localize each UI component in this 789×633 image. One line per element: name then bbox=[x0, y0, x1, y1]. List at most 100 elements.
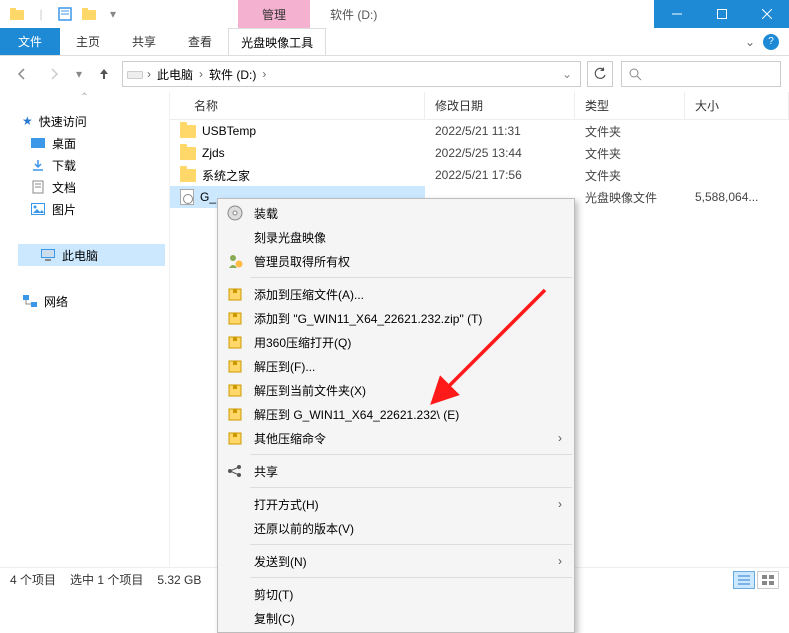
tab-view[interactable]: 查看 bbox=[172, 28, 228, 55]
sidebar-item-downloads[interactable]: 下载 bbox=[0, 154, 169, 176]
zip-icon bbox=[226, 405, 244, 423]
navigation-pane: ⌃ ★ 快速访问 桌面 下载 文档 bbox=[0, 92, 170, 567]
zip-icon bbox=[226, 333, 244, 351]
context-menu: 装载刻录光盘映像管理员取得所有权添加到压缩文件(A)...添加到 "G_WIN1… bbox=[217, 198, 575, 633]
column-name[interactable]: 名称 bbox=[170, 92, 425, 119]
pc-icon bbox=[40, 247, 56, 263]
sidebar-item-pictures[interactable]: 图片 bbox=[0, 198, 169, 220]
column-type[interactable]: 类型 bbox=[575, 92, 685, 119]
help-icon[interactable]: ? bbox=[763, 34, 779, 50]
context-menu-item[interactable]: 解压到 G_WIN11_X64_22621.232\ (E) bbox=[218, 402, 574, 426]
sidebar-this-pc[interactable]: 此电脑 bbox=[18, 244, 165, 266]
desktop-icon bbox=[30, 135, 46, 151]
context-menu-separator bbox=[250, 487, 572, 488]
collapse-caret-icon[interactable]: ⌃ bbox=[80, 92, 88, 103]
context-menu-item[interactable]: 打开方式(H)› bbox=[218, 492, 574, 516]
titlebar: | ▾ 管理 软件 (D:) bbox=[0, 0, 789, 28]
search-input[interactable] bbox=[621, 61, 781, 87]
context-menu-item[interactable]: 还原以前的版本(V) bbox=[218, 516, 574, 540]
context-menu-item[interactable]: 装载 bbox=[218, 201, 574, 225]
context-menu-item[interactable]: 解压到当前文件夹(X) bbox=[218, 378, 574, 402]
nav-up-button[interactable] bbox=[90, 60, 118, 88]
sidebar-item-desktop[interactable]: 桌面 bbox=[0, 132, 169, 154]
explorer-icon bbox=[6, 3, 28, 25]
ribbon-expand-icon[interactable]: ⌄ bbox=[745, 35, 755, 49]
file-tab[interactable]: 文件 bbox=[0, 28, 60, 55]
context-menu-item[interactable]: 解压到(F)... bbox=[218, 354, 574, 378]
context-menu-item[interactable]: 添加到 "G_WIN11_X64_22621.232.zip" (T) bbox=[218, 306, 574, 330]
chevron-right-icon[interactable]: › bbox=[260, 67, 268, 81]
context-menu-item[interactable]: 剪切(T) bbox=[218, 582, 574, 606]
file-row[interactable]: Zjds 2022/5/25 13:44文件夹 bbox=[170, 142, 789, 164]
document-icon bbox=[30, 179, 46, 195]
context-menu-label: 解压到(F)... bbox=[254, 358, 562, 375]
context-menu-item[interactable]: 管理员取得所有权 bbox=[218, 249, 574, 273]
file-size bbox=[685, 164, 789, 186]
sidebar-quick-access[interactable]: ★ 快速访问 bbox=[0, 110, 169, 132]
column-date[interactable]: 修改日期 bbox=[425, 92, 575, 119]
context-menu-item[interactable]: 用360压缩打开(Q) bbox=[218, 330, 574, 354]
context-menu-item[interactable]: 其他压缩命令› bbox=[218, 426, 574, 450]
context-menu-label: 管理员取得所有权 bbox=[254, 253, 562, 270]
file-size bbox=[685, 120, 789, 142]
file-name: 系统之家 bbox=[202, 167, 250, 184]
view-icons-button[interactable] bbox=[757, 571, 779, 589]
drive-icon bbox=[127, 66, 143, 82]
star-icon: ★ bbox=[22, 114, 33, 128]
minimize-button[interactable] bbox=[654, 0, 699, 28]
context-menu-separator bbox=[250, 577, 572, 578]
context-menu-item[interactable]: 添加到压缩文件(A)... bbox=[218, 282, 574, 306]
window-title: 软件 (D:) bbox=[310, 0, 397, 28]
nav-recent-dropdown[interactable]: ▾ bbox=[72, 60, 86, 88]
status-selection: 选中 1 个项目 bbox=[70, 571, 143, 588]
context-menu-separator bbox=[250, 277, 572, 278]
context-menu-label: 发送到(N) bbox=[254, 553, 548, 570]
breadcrumb-drive[interactable]: 软件 (D:) bbox=[207, 66, 258, 83]
context-menu-item[interactable]: 刻录光盘映像 bbox=[218, 225, 574, 249]
chevron-right-icon[interactable]: › bbox=[145, 67, 153, 81]
address-dropdown-icon[interactable]: ⌄ bbox=[560, 67, 576, 81]
qat-new-folder[interactable] bbox=[78, 3, 100, 25]
close-button[interactable] bbox=[744, 0, 789, 28]
zip-icon bbox=[226, 285, 244, 303]
window-controls bbox=[654, 0, 789, 28]
file-name: Zjds bbox=[202, 146, 225, 160]
file-type: 文件夹 bbox=[575, 164, 685, 186]
file-row[interactable]: 系统之家2022/5/21 17:56文件夹 bbox=[170, 164, 789, 186]
file-type: 文件夹 bbox=[575, 142, 685, 164]
context-menu-item[interactable]: 发送到(N)› bbox=[218, 549, 574, 573]
tab-disc-image-tools[interactable]: 光盘映像工具 bbox=[228, 28, 326, 55]
chevron-right-icon[interactable]: › bbox=[197, 67, 205, 81]
context-menu-label: 打开方式(H) bbox=[254, 496, 548, 513]
context-menu-label: 装载 bbox=[254, 205, 562, 222]
refresh-button[interactable] bbox=[587, 61, 613, 87]
file-name: G_ bbox=[200, 190, 216, 204]
sidebar-label: 快速访问 bbox=[39, 113, 87, 130]
tab-home[interactable]: 主页 bbox=[60, 28, 116, 55]
sidebar-item-label: 文档 bbox=[52, 179, 76, 196]
context-menu-item[interactable]: 共享 bbox=[218, 459, 574, 483]
context-menu-separator bbox=[250, 454, 572, 455]
breadcrumb-this-pc[interactable]: 此电脑 bbox=[155, 66, 195, 83]
sidebar-network[interactable]: 网络 bbox=[0, 290, 169, 312]
context-menu-label: 复制(C) bbox=[254, 610, 562, 627]
qat-dropdown-icon[interactable]: ▾ bbox=[102, 3, 124, 25]
share-icon bbox=[226, 462, 244, 480]
context-menu-label: 解压到当前文件夹(X) bbox=[254, 382, 562, 399]
nav-back-button[interactable] bbox=[8, 60, 36, 88]
file-date: 2022/5/25 13:44 bbox=[425, 142, 575, 164]
file-row[interactable]: USBTemp2022/5/21 11:31文件夹 bbox=[170, 120, 789, 142]
status-size: 5.32 GB bbox=[157, 573, 201, 587]
breadcrumb[interactable]: › 此电脑 › 软件 (D:) › ⌄ bbox=[122, 61, 581, 87]
tab-share[interactable]: 共享 bbox=[116, 28, 172, 55]
nav-forward-button[interactable] bbox=[40, 60, 68, 88]
qat-properties[interactable] bbox=[54, 3, 76, 25]
sidebar-item-documents[interactable]: 文档 bbox=[0, 176, 169, 198]
status-item-count: 4 个项目 bbox=[10, 571, 56, 588]
iso-icon bbox=[180, 189, 194, 205]
column-size[interactable]: 大小 bbox=[685, 92, 789, 119]
view-details-button[interactable] bbox=[733, 571, 755, 589]
maximize-button[interactable] bbox=[699, 0, 744, 28]
column-headers: 名称 修改日期 类型 大小 bbox=[170, 92, 789, 120]
context-menu-item[interactable]: 复制(C) bbox=[218, 606, 574, 630]
